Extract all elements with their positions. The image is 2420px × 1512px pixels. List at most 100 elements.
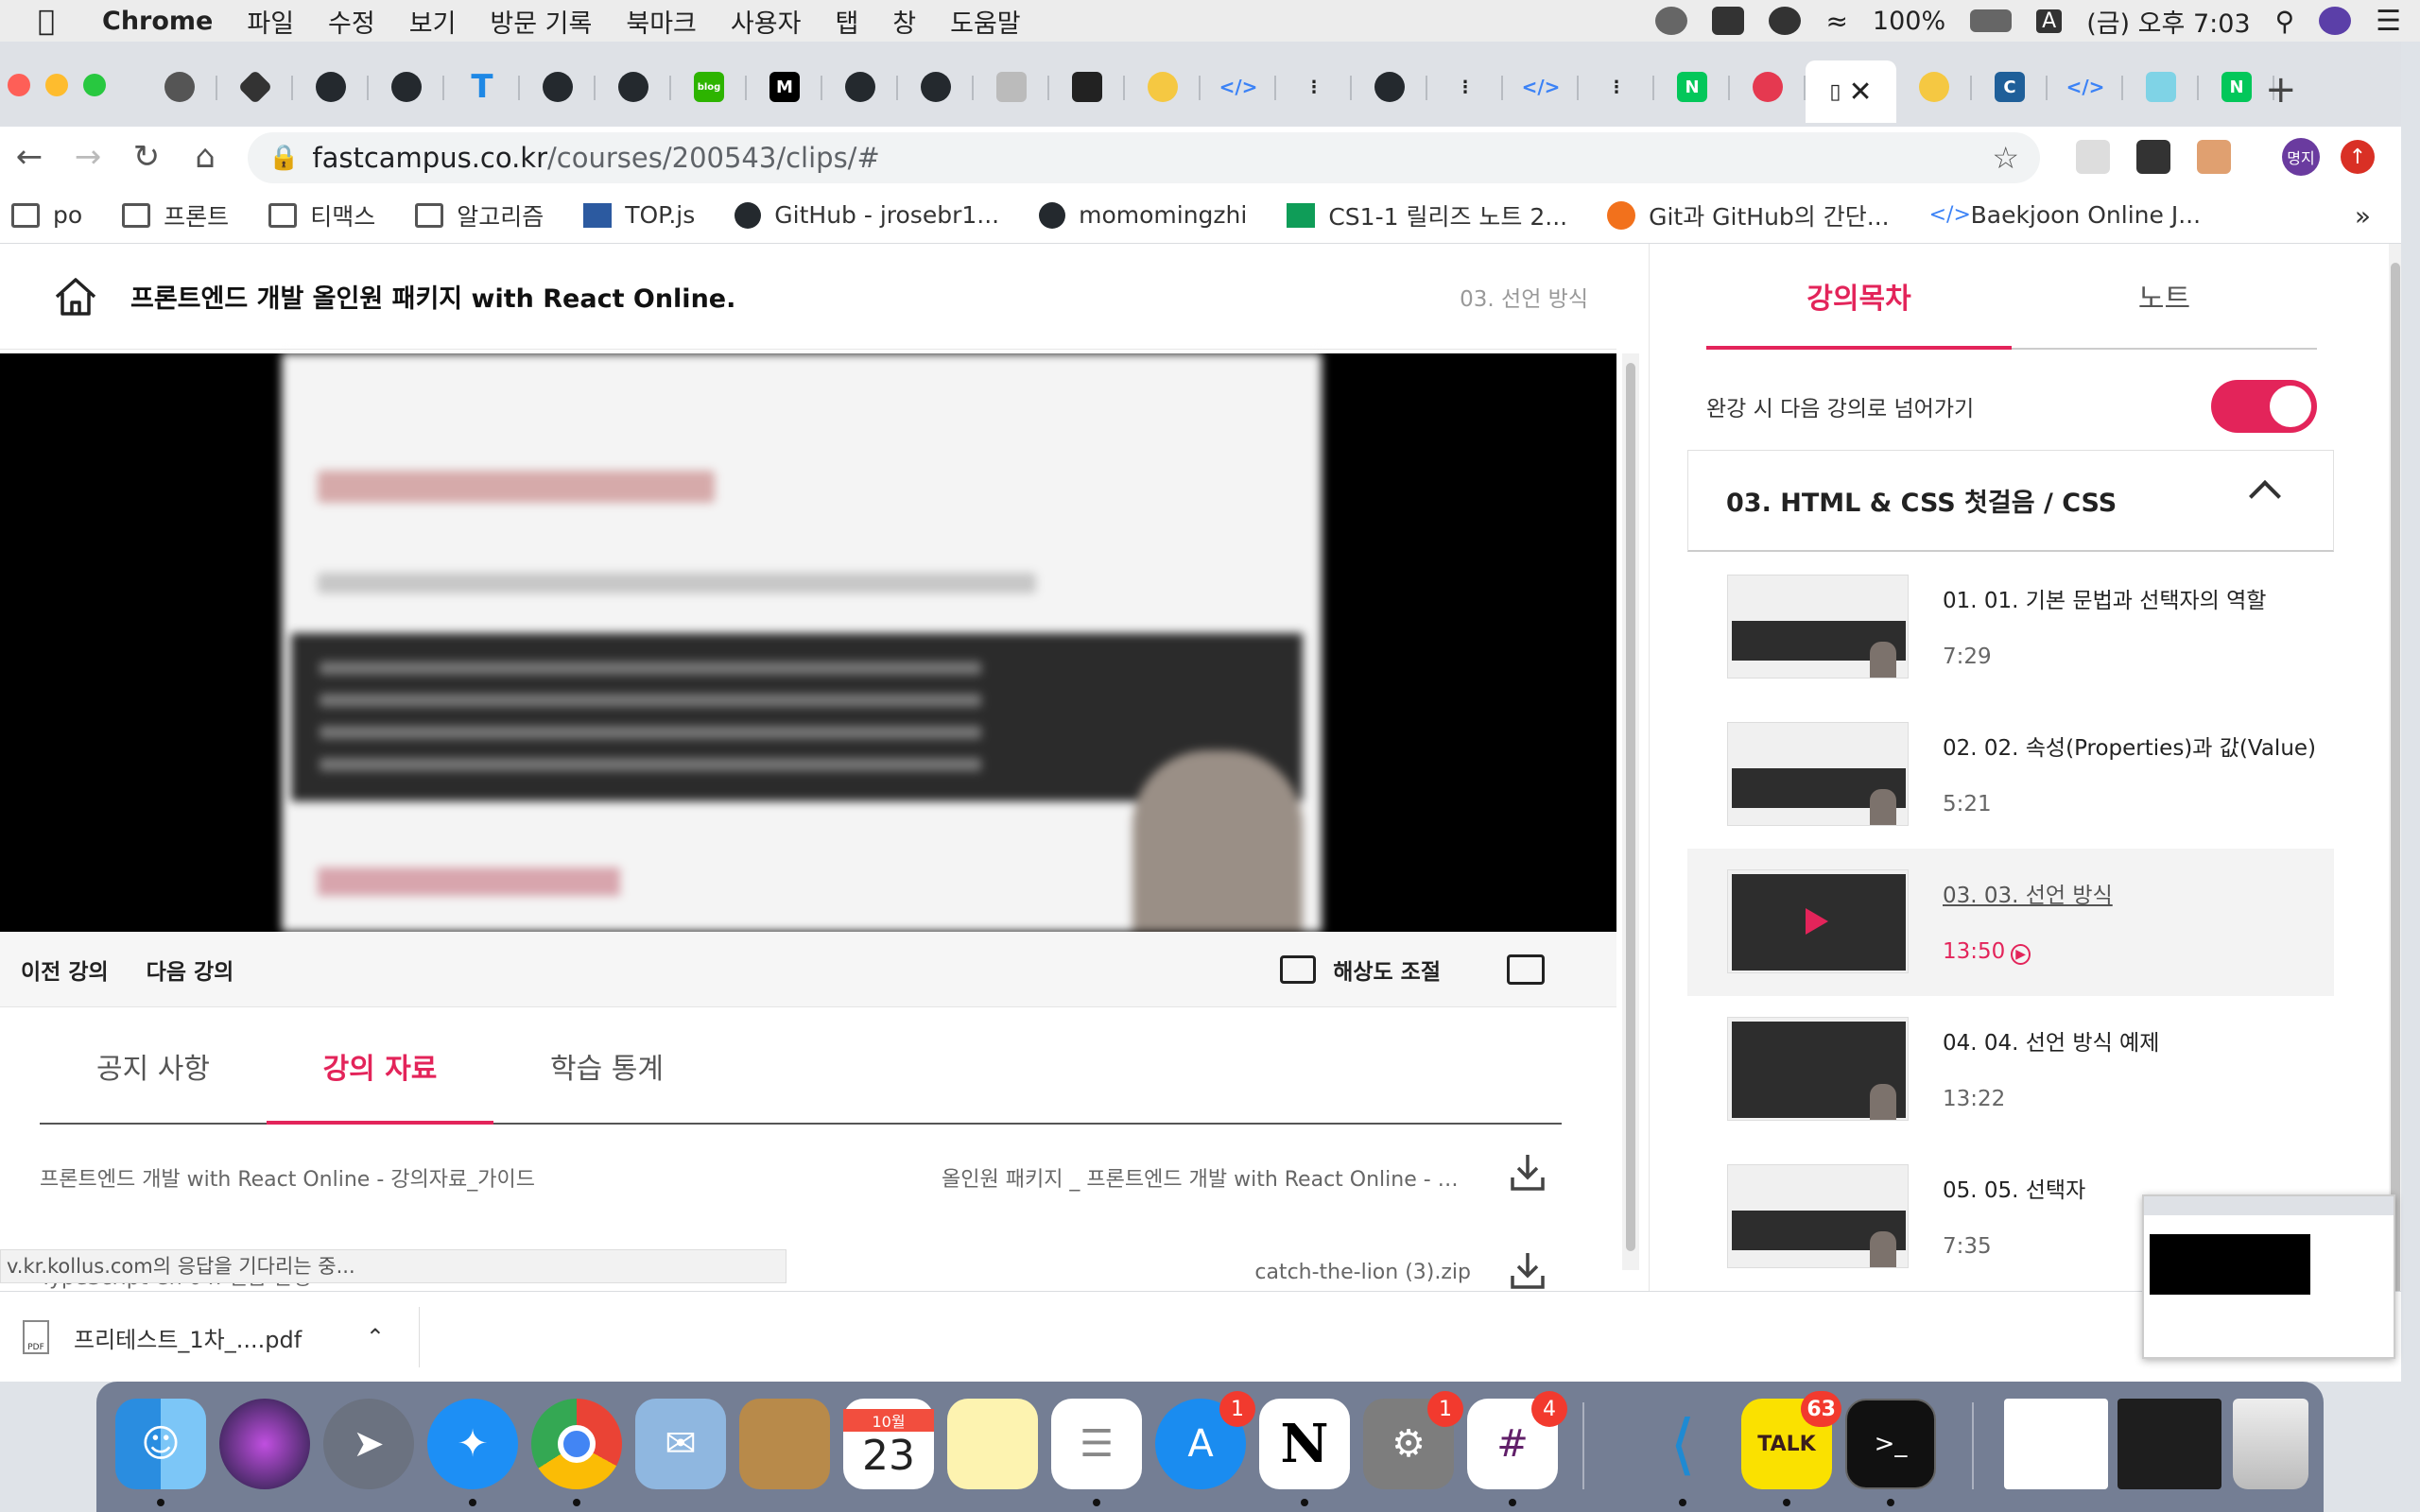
tab[interactable] [898,60,974,113]
spotlight-search-icon[interactable]: ⚲ [2275,6,2295,37]
bookmark-folder-tmax[interactable]: 티맥스 [268,198,375,232]
tab[interactable]: </> [1201,60,1276,113]
safari-compass-icon[interactable]: ✦ [427,1399,518,1489]
autoplay-toggle[interactable] [2211,380,2317,433]
menu-file[interactable]: 파일 [247,3,294,40]
tab-active[interactable]: ▯ ✕ [1806,60,1896,123]
update-chrome-icon[interactable]: ↑ [2341,140,2375,174]
tab[interactable] [1352,60,1427,113]
system-preferences-gear-icon[interactable]: ⚙ 1 [1363,1391,1463,1489]
apple-menu-icon[interactable]:  [38,5,76,38]
bookmark-folder-po[interactable]: po [11,201,82,229]
clip-item[interactable]: 04. 04. 선언 방식 예제 13:22 [1687,996,2334,1143]
siri-icon[interactable] [219,1399,310,1489]
tab[interactable] [293,60,369,113]
tab[interactable]: ⋮ [1427,60,1503,113]
home-icon[interactable] [53,276,98,318]
tab[interactable] [1730,60,1806,113]
menu-view[interactable]: 보기 [409,3,457,40]
siri-icon[interactable] [2319,7,2352,35]
tab[interactable]: N [2199,60,2274,113]
screenshot-thumbnail-preview[interactable] [2142,1194,2395,1359]
tab[interactable] [974,60,1049,113]
close-tab-icon[interactable]: ✕ [1848,76,1872,109]
download-item[interactable]: PDF 프리테스트_1차_....pdf ⌃ [23,1307,420,1367]
terminal-icon[interactable]: >_ [1845,1399,1936,1489]
chrome-icon[interactable] [531,1399,622,1489]
bookmark-baekjoon[interactable]: </> Baekjoon Online J... [1929,201,2201,229]
menu-edit[interactable]: 수정 [328,3,375,40]
tab[interactable] [822,60,898,113]
tab[interactable]: blog [671,60,747,113]
tab[interactable] [596,60,671,113]
clock-label[interactable]: (금) 오후 7:03 [2086,3,2250,40]
tab[interactable]: T [444,60,520,113]
tab[interactable] [1125,60,1201,113]
tab[interactable] [2123,60,2199,113]
tab[interactable]: </> [1503,60,1579,113]
tab[interactable]: C [1972,60,2048,113]
calendar-icon[interactable]: 10월 23 [843,1399,934,1489]
battery-icon[interactable] [1970,9,2013,32]
prev-lecture-button[interactable]: 이전 강의 [21,954,109,986]
lecture-scrollbar[interactable] [1622,353,1639,1270]
profile-avatar[interactable]: 명지 [2282,138,2320,176]
finder-icon[interactable]: ☺ [115,1399,206,1489]
bookmarks-overflow-chevron[interactable]: » [2355,200,2371,232]
extension-puzzle-icon[interactable] [2076,140,2110,174]
back-arrow-icon[interactable]: ← [0,138,59,176]
window-zoom-button[interactable] [83,74,106,96]
dollar-tray-icon[interactable] [1712,7,1745,35]
tab[interactable]: </> [2048,60,2123,113]
app-store-icon[interactable]: A1 [1155,1391,1255,1489]
tab[interactable] [217,60,293,113]
tab-materials[interactable]: 강의 자료 [267,1009,493,1125]
notification-tray-icon[interactable] [1655,7,1688,35]
tab[interactable] [369,60,444,113]
tab-curriculum[interactable]: 강의목차 [1706,244,2012,350]
bookmark-git-github[interactable]: Git과 GitHub의 간단... [1607,198,1890,232]
bookmark-folder-algorithm[interactable]: 알고리즘 [415,198,544,232]
download-icon[interactable] [1509,1151,1547,1193]
launchpad-rocket-icon[interactable]: ➤ [323,1399,414,1489]
mail-stamp-icon[interactable]: ✉ [635,1399,726,1489]
kakaotalk-icon[interactable]: TALK 63 [1741,1391,1841,1489]
video-player[interactable] [0,353,1616,932]
bookmark-momomingzhi[interactable]: momomingzhi [1039,201,1247,229]
notion-icon[interactable]: N [1259,1399,1350,1489]
tab[interactable] [520,60,596,113]
menu-history[interactable]: 방문 기록 [490,3,592,40]
tab[interactable] [142,60,217,113]
tab[interactable]: M [747,60,822,113]
bookmark-star-icon[interactable]: ☆ [1992,140,2019,176]
clip-item[interactable]: 01. 01. 기본 문법과 선택자의 역할 7:29 [1687,554,2334,701]
slack-icon[interactable]: #4 [1467,1391,1567,1489]
extension-mask-icon[interactable] [2136,140,2170,174]
minimized-vscode-window-icon[interactable] [2118,1399,2221,1489]
menu-help[interactable]: 도움말 [950,3,1021,40]
material-filename[interactable]: 올인원 패키지 _ 프론트엔드 개발 with React Online - 강… [942,1162,1471,1193]
bookmark-folder-frontend[interactable]: 프론트 [122,198,229,232]
scrollbar-thumb[interactable] [1626,363,1635,1251]
home-outline-icon[interactable]: ⌂ [176,138,234,176]
new-tab-icon[interactable]: + [2265,68,2297,112]
trash-icon[interactable] [2233,1399,2308,1489]
section-header[interactable]: 03. HTML & CSS 첫걸음 / CSS [1687,450,2334,552]
notes-icon[interactable] [947,1399,1038,1489]
material-filename[interactable]: catch-the-lion (3).zip [1254,1261,1471,1284]
chevron-up-icon[interactable] [2249,480,2281,512]
clip-item[interactable]: 02. 02. 속성(Properties)과 값(Value) 5:21 [1687,701,2334,849]
menu-window[interactable]: 창 [892,3,916,40]
tab-notes[interactable]: 노트 [2012,244,2317,348]
reminders-icon[interactable]: ☰ [1051,1399,1142,1489]
menu-people[interactable]: 사용자 [731,3,802,40]
window-minimize-button[interactable] [45,74,68,96]
chevron-up-icon[interactable]: ⌃ [366,1324,385,1350]
expand-screen-icon[interactable] [1507,954,1545,985]
resolution-button[interactable]: 해상도 조절 [1280,954,1441,986]
wifi-icon[interactable]: ≈ [1825,6,1847,37]
vscode-icon[interactable]: ⟨ [1637,1399,1728,1489]
bookmark-cs-release-notes[interactable]: CS1-1 릴리즈 노트 2... [1287,198,1567,232]
contacts-book-icon[interactable] [739,1399,830,1489]
address-bar[interactable]: 🔒 fastcampus.co.kr /courses/200543/clips… [248,132,2040,183]
